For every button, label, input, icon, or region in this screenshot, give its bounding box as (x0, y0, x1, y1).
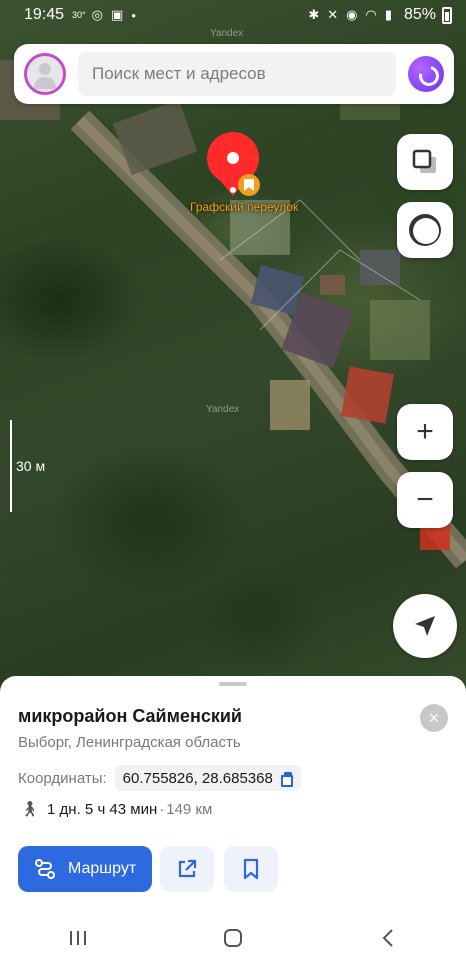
back-button[interactable] (358, 918, 418, 958)
traffic-button[interactable] (397, 202, 453, 258)
traffic-icon (409, 214, 441, 246)
place-subtitle: Выборг, Ленинградская область (18, 734, 241, 751)
share-button[interactable] (160, 846, 214, 892)
walk-info-row: 🚶︎ 1 дн. 5 ч 43 мин · 149 км (20, 800, 213, 819)
coordinates-label: Координаты: (18, 769, 107, 787)
home-icon (223, 929, 242, 947)
voice-assistant-button[interactable] (408, 56, 444, 92)
layers-button[interactable] (397, 134, 453, 190)
battery-icon (442, 6, 452, 24)
gallery-icon: ▣ (111, 7, 124, 22)
bluetooth-icon: ✱ (308, 7, 320, 22)
status-temperature: 30° (72, 10, 86, 20)
back-icon (382, 929, 394, 947)
recent-apps-icon (69, 931, 86, 945)
zoom-in-button[interactable]: + (397, 404, 453, 460)
close-button[interactable]: × (420, 704, 448, 732)
bookmark-button[interactable] (224, 846, 278, 892)
walk-time: 1 дн. 5 ч 43 мин (47, 800, 158, 818)
layers-icon (412, 149, 436, 173)
coordinates-value: 60.755826, 28.685368 (122, 769, 273, 787)
share-icon (178, 859, 197, 878)
walk-separator: · (159, 800, 165, 818)
place-title: микрорайон Сайменский (18, 706, 242, 726)
location-icon: ◉ (346, 7, 358, 22)
copy-icon[interactable] (280, 772, 293, 787)
satellite-imagery (0, 60, 466, 569)
wifi-icon: ◠ (365, 7, 377, 22)
map-scale-bar (10, 420, 12, 512)
map-place-label[interactable]: Графский переулок (190, 200, 298, 214)
search-field[interactable] (78, 52, 396, 96)
my-location-button[interactable] (393, 594, 457, 658)
route-button-label: Маршрут (68, 860, 137, 877)
bookmark-icon (243, 858, 259, 880)
route-button[interactable]: Маршрут (18, 846, 152, 892)
home-button[interactable] (203, 918, 263, 958)
route-icon (35, 859, 55, 879)
walk-distance: 149 км (166, 800, 213, 818)
zoom-out-button[interactable]: − (397, 472, 453, 528)
search-bar (14, 44, 454, 104)
status-bar: 19:45 30° ◎ ▣ • ✱ ✕ ◉ ◠ ▮ 85% (0, 0, 466, 30)
profile-avatar-button[interactable] (24, 53, 66, 95)
recent-apps-button[interactable] (48, 918, 108, 958)
walking-person-icon: 🚶︎ (20, 801, 40, 818)
navigation-arrow-icon (415, 616, 435, 636)
location-pin-icon (207, 132, 260, 196)
search-input[interactable] (92, 64, 396, 84)
map-scale-label: 30 м (16, 458, 46, 474)
mute-icon: ✕ (327, 7, 339, 22)
notification-dot-icon: • (131, 7, 136, 23)
sheet-drag-handle[interactable] (219, 682, 247, 686)
map-view[interactable]: Yandex Yandex Графский переулок 30 м (0, 0, 466, 700)
whatsapp-icon: ◎ (91, 7, 104, 22)
map-watermark: Yandex (206, 404, 240, 415)
coordinates-row: Координаты: 60.755826, 28.685368 (18, 764, 301, 792)
status-time: 19:45 (24, 6, 65, 23)
system-navigation-bar (0, 916, 466, 960)
coordinates-chip[interactable]: 60.755826, 28.685368 (114, 765, 301, 791)
signal-icon: ▮ (384, 7, 392, 22)
battery-level: 85% (403, 6, 436, 23)
